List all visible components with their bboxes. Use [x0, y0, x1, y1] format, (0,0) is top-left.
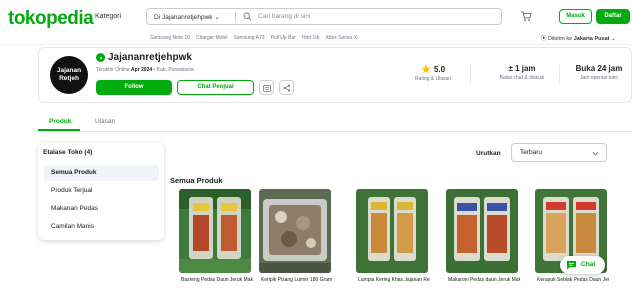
shop-avatar[interactable]: Jajanan Retjeh	[50, 56, 88, 94]
chat-response-value: ± 1 jam	[508, 64, 536, 73]
shop-info-button[interactable]	[259, 80, 274, 95]
chat-bubble-icon	[567, 261, 576, 270]
tabs-divider	[38, 131, 632, 132]
chat-response-stat: ± 1 jam Balas chat & diskusi	[492, 64, 552, 81]
product-image[interactable]	[356, 189, 428, 273]
sort-value: Terbaru	[520, 149, 543, 156]
chat-floating-button[interactable]: Chat	[560, 256, 605, 274]
sort-label: Urutkan	[476, 150, 501, 157]
product-card[interactable]: Lumpia Kering Khas Jajanan Retjeh Purwak…	[356, 189, 430, 288]
etalase-item-produk-terjual[interactable]: Produk Terjual	[44, 183, 159, 199]
chevron-down-icon: ⌄	[611, 36, 616, 42]
product-name[interactable]: Lumpia Kering Khas Jajanan Retjeh Purwak…	[358, 277, 430, 283]
product-name[interactable]: Makaroni Pedas daun Jeruk Makaroni Pedas	[448, 277, 520, 283]
search-input[interactable]: Cari barang di sini	[258, 13, 310, 20]
location-prefix: Dikirim ke	[548, 36, 573, 42]
product-name[interactable]: Keripik Pisang Lumer 180 Gram Coklat	[261, 277, 333, 283]
product-card[interactable]: Keripik Pisang Lumer 180 Gram Coklat	[259, 189, 333, 288]
login-button[interactable]: Masuk	[559, 9, 592, 24]
stat-divider	[470, 65, 471, 85]
etalase-title: Etalase Toko (4)	[43, 149, 93, 156]
shop-location: • Kab. Purwakarta	[153, 67, 194, 73]
search-divider	[235, 12, 236, 22]
product-image[interactable]	[259, 189, 331, 273]
last-online-date: Apr 2024	[131, 67, 153, 73]
popular-keywords: Samsung Note 10 Charger Mobil Samsung A7…	[150, 35, 357, 41]
location-pin-icon: ⦿	[541, 36, 547, 42]
product-image[interactable]	[446, 189, 518, 273]
header-divider	[0, 44, 632, 45]
product-card[interactable]: Makaroni Pedas daun Jeruk Makaroni Pedas	[446, 189, 520, 288]
shop-meta: Terakhir Online Apr 2024 • Kab. Purwakar…	[96, 67, 194, 73]
stat-divider	[559, 65, 560, 85]
operating-hours-value: Buka 24 jam	[575, 64, 623, 73]
kategori-menu[interactable]: Kategori	[95, 13, 121, 20]
location-value: Jakarta Pusat	[573, 36, 610, 42]
shop-badge-icon	[96, 53, 105, 62]
tokopedia-logo[interactable]: tokopedia	[8, 8, 94, 30]
operating-hours-stat: Buka 24 jam Jam operasi toko	[570, 64, 628, 81]
chat-response-label: Balas chat & diskusi	[499, 75, 545, 81]
last-online-label: Terakhir Online	[96, 67, 130, 73]
product-image[interactable]	[179, 189, 251, 273]
info-icon	[263, 85, 271, 92]
tab-produk[interactable]: Produk	[49, 118, 71, 125]
product-name[interactable]: Kerupuk Seblak Pedas Daun Jeruk	[537, 277, 609, 283]
share-button[interactable]	[279, 80, 294, 95]
product-name[interactable]: Basreng Pedas Daun Jeruk Makaroni Pedas	[181, 277, 253, 283]
keyword-link[interactable]: Charger Mobil	[196, 35, 227, 41]
keyword-link[interactable]: Hdd 1tb	[302, 35, 320, 41]
section-title: Semua Produk	[170, 176, 223, 185]
chat-floating-label: Chat	[581, 261, 596, 268]
rating-label: Rating & Ulasan	[414, 76, 452, 82]
keyword-link[interactable]: Pull Up Bar	[271, 35, 296, 41]
product-card[interactable]: Basreng Pedas Daun Jeruk Makaroni Pedas	[179, 189, 253, 288]
search-bar[interactable]: Di Jajananretjehpwk ⌄ Cari barang di sin…	[146, 8, 502, 25]
star-icon	[421, 64, 431, 74]
etalase-item-makanan-pedas[interactable]: Makanan Pedas	[44, 201, 159, 217]
search-scope-label: Di Jajananretjehpwk	[154, 14, 213, 21]
keyword-link[interactable]: Xbox Series X	[325, 35, 357, 41]
keyword-link[interactable]: Samsung A73	[233, 35, 264, 41]
rating-stat: 5.0 Rating & Ulasan	[413, 64, 453, 82]
chevron-down-icon	[592, 151, 599, 156]
delivery-location[interactable]: ⦿ Dikirim ke Jakarta Pusat ⌄	[541, 34, 616, 42]
cart-icon[interactable]	[520, 10, 532, 22]
sort-select[interactable]: Terbaru	[511, 143, 607, 162]
follow-button[interactable]: Follow	[96, 80, 172, 95]
etalase-item-semua-produk[interactable]: Semua Produk	[44, 165, 159, 181]
keyword-link[interactable]: Samsung Note 10	[150, 35, 190, 41]
chat-seller-button[interactable]: Chat Penjual	[177, 80, 254, 95]
register-button[interactable]: Daftar	[596, 9, 630, 24]
etalase-item-camilan-manis[interactable]: Camilan Manis	[44, 219, 159, 235]
tab-ulasan[interactable]: Ulasan	[95, 118, 115, 125]
search-icon	[243, 12, 252, 21]
search-scope-select[interactable]: Di Jajananretjehpwk ⌄	[154, 13, 220, 21]
rating-value: 5.0	[433, 64, 446, 74]
operating-hours-label: Jam operasi toko	[579, 75, 619, 81]
share-icon	[283, 84, 291, 92]
shop-name: Jajananretjehpwk	[108, 52, 192, 63]
